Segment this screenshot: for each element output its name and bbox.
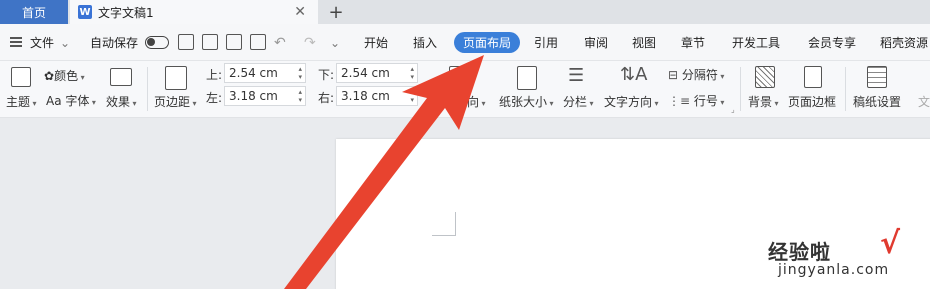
expand-dialog-icon[interactable]: ⌟ [731,105,735,114]
ribbon-toolbar: 主题 ▾ ✿颜色 ▾ Aa 字体 ▾ 效果 ▾ 页边距 ▾ 上: 2.54 cm… [0,61,930,118]
columns-icon[interactable]: ☰ [568,65,584,86]
separator-button[interactable]: ⊟ 分隔符 ▾ [668,66,724,83]
tab-home[interactable]: 首页 [0,0,68,24]
watermark-url: jingyanla.com [778,262,890,278]
orientation-button[interactable]: 向 ▾ [467,93,486,110]
title-bar: 首页 W 文字文稿1 ✕ + [0,0,930,24]
theme-button[interactable]: 主题 ▾ [6,93,37,110]
margin-corner-marker [432,212,456,236]
separator [740,67,741,111]
left-margin-label: 左: [206,91,223,105]
columns-button[interactable]: 分栏 ▾ [563,93,594,110]
writer-icon: W [78,5,92,19]
text-direction-button[interactable]: 文字方向 ▾ [604,93,659,110]
page-border-icon[interactable] [804,66,822,88]
text-cutoff-button[interactable]: 文 [918,93,930,110]
document-title: 文字文稿1 [98,5,154,20]
watermark-check-icon: √ [880,226,901,261]
tab-page-layout[interactable]: 页面布局 [454,32,520,53]
new-tab-button[interactable]: + [326,0,346,24]
separator [845,67,846,111]
tab-section[interactable]: 章节 [681,24,705,61]
save-icon[interactable] [178,34,194,50]
bottom-margin-input[interactable]: 2.54 cm ▴ ▾ [336,63,418,83]
background-icon[interactable] [755,66,775,88]
page-border-button[interactable]: 页面边框 [788,93,836,110]
export-pdf-icon[interactable] [202,34,218,50]
tab-view[interactable]: 视图 [632,24,656,61]
effect-icon[interactable] [110,68,132,86]
print-icon[interactable] [226,34,242,50]
margin-icon[interactable] [165,66,187,90]
theme-icon[interactable] [11,67,31,87]
tab-member[interactable]: 会员专享 [808,24,856,61]
print-preview-icon[interactable] [250,34,266,50]
autosave-label: 自动保存 [90,36,139,50]
undo-icon[interactable]: ↶ [274,24,286,61]
chevron-down-icon: ⌄ [60,35,71,50]
margin-button[interactable]: 页边距 ▾ [154,93,197,110]
line-number-icon: ⋮≡ [668,94,694,108]
tab-references[interactable]: 引用 [534,24,558,61]
effect-button[interactable]: 效果 ▾ [106,93,137,110]
redo-icon[interactable]: ↷ [304,24,316,61]
left-margin-input[interactable]: 3.18 cm ▴ ▾ [224,86,306,106]
tab-document[interactable]: W 文字文稿1 ✕ [70,0,318,24]
tab-docer[interactable]: 稻壳资源 [880,24,928,61]
right-margin-label: 右: [318,91,335,105]
paper-size-icon[interactable] [517,66,537,90]
hamburger-icon[interactable] [10,37,22,47]
tab-start[interactable]: 开始 [364,24,388,61]
tab-developer[interactable]: 开发工具 [732,24,780,61]
right-margin-input[interactable]: 3.18 cm ▴ ▾ [336,86,418,106]
menu-bar: 文件 ⌄ 自动保存 ↶ ↷ ⌄ 开始 插入 页面布局 引用 审阅 视图 章节 开发… [0,24,930,61]
autosave-toggle[interactable] [145,36,169,49]
background-button[interactable]: 背景 ▾ [748,93,779,110]
separator [147,67,148,111]
tab-review[interactable]: 审阅 [584,24,608,61]
text-direction-icon[interactable]: ⇅A [620,64,647,85]
color-button[interactable]: ✿颜色 ▾ [44,67,85,84]
top-margin-label: 上: [206,68,223,82]
tab-insert[interactable]: 插入 [413,24,437,61]
manuscript-icon[interactable] [867,66,887,88]
line-number-button[interactable]: ⋮≡ 行号 ▾ [668,92,724,109]
bottom-margin-label: 下: [318,68,335,82]
paper-size-button[interactable]: 纸张大小 ▾ [499,93,554,110]
more-chevron-icon[interactable]: ⌄ [330,24,340,61]
manuscript-button[interactable]: 稿纸设置 [853,93,901,110]
orientation-icon[interactable] [449,66,465,86]
top-margin-input[interactable]: 2.54 cm ▴ ▾ [224,63,306,83]
palette-icon: ✿ [44,69,55,83]
watermark-text: 经验啦 [768,240,831,264]
font-button[interactable]: Aa 字体 ▾ [46,92,96,109]
page-break-icon: ⊟ [668,68,682,82]
close-icon[interactable]: ✕ [294,4,306,20]
file-menu[interactable]: 文件 ⌄ [30,24,70,61]
